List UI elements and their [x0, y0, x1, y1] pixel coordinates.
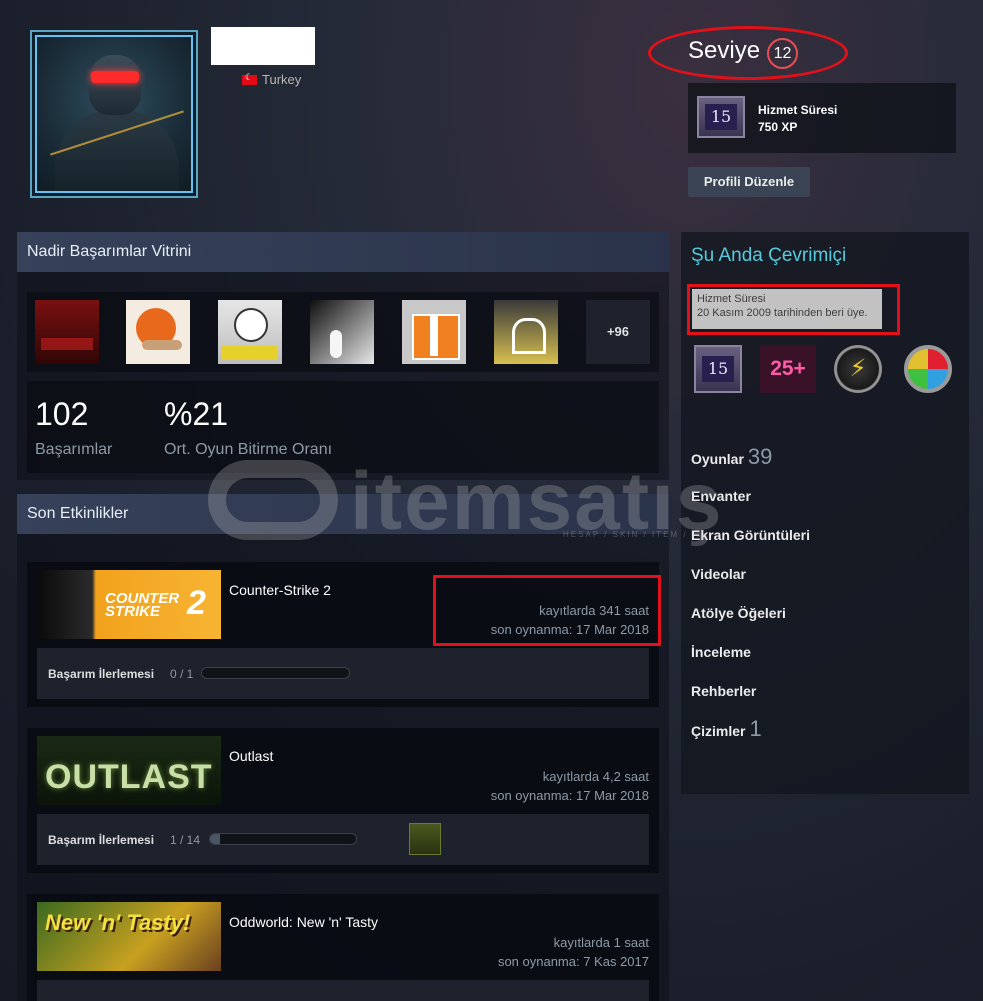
gift-box-icon[interactable]	[402, 300, 466, 364]
more-achievements-button[interactable]: +96	[586, 300, 650, 364]
progress-bar	[209, 833, 357, 845]
achievements-count: 102	[35, 396, 89, 432]
xp-badge-number: 15	[705, 104, 737, 130]
game-name[interactable]: Oddworld: New 'n' Tasty	[229, 914, 378, 930]
avatar-head-shape	[89, 55, 141, 115]
profile-country: Turkey	[242, 72, 301, 87]
cs2-cover-number: 2	[187, 584, 206, 622]
progress-fill	[210, 834, 221, 844]
xp-value: 750 XP	[758, 120, 798, 134]
progress-label: Başarım İlerlemesi	[48, 833, 155, 847]
nav-artwork[interactable]: Çizimler 1	[691, 716, 762, 742]
level-badge[interactable]: 12	[767, 38, 798, 69]
showcase-title: Nadir Başarımlar Vitrini	[27, 243, 192, 260]
turkey-flag-icon	[242, 72, 257, 85]
avatar-body-shape	[55, 109, 179, 191]
25-plus-badge[interactable]: 25+	[760, 345, 816, 393]
outlast-cover-text: OUTLAST	[45, 758, 213, 796]
cs2-cover-word2: STRIKE	[105, 603, 161, 620]
achievement-progress-box[interactable]	[37, 980, 649, 1001]
hook-icon[interactable]	[310, 300, 374, 364]
recent-activity-title: Son Etkinlikler	[27, 505, 129, 522]
pickaxe-icon[interactable]	[494, 300, 558, 364]
progress-label: Başarım İlerlemesi	[48, 667, 155, 681]
game-cover-cs2[interactable]: COUNTER STRIKE 2	[37, 570, 221, 639]
apple-icon[interactable]	[218, 300, 282, 364]
nav-count: 1	[749, 716, 762, 741]
edit-profile-button[interactable]: Profili Düzenle	[688, 167, 810, 197]
achievement-crate-icon[interactable]	[409, 823, 441, 855]
game-hours: kayıtlarda 1 saat	[553, 935, 649, 950]
progress-count: 0 / 1	[170, 667, 194, 681]
avatar[interactable]	[30, 30, 198, 198]
nav-reviews[interactable]: İnceleme	[691, 644, 751, 660]
red-building-icon[interactable]	[35, 300, 99, 364]
nav-workshop[interactable]: Atölye Öğeleri	[691, 605, 786, 621]
highlight-rect-tooltip	[687, 284, 900, 335]
badge-number: 15	[702, 356, 734, 382]
game-cover-oddworld[interactable]: New 'n' Tasty!	[37, 902, 221, 971]
progress-bar	[201, 667, 350, 679]
game-hours: kayıtlarda 4,2 saat	[542, 769, 649, 784]
colorful-medal-badge[interactable]	[904, 345, 952, 393]
nav-videos[interactable]: Videolar	[691, 566, 746, 582]
country-label: Turkey	[262, 72, 302, 87]
game-name[interactable]: Outlast	[229, 748, 273, 764]
achievements-label: Başarımlar	[35, 441, 113, 458]
avatar-image	[35, 35, 193, 193]
completion-rate: %21	[164, 396, 229, 432]
progress-count: 1 / 14	[170, 833, 201, 847]
oddworld-cover-text: New 'n' Tasty!	[45, 910, 191, 935]
level-label: Seviye	[688, 37, 761, 64]
years-of-service-badge[interactable]: 15	[694, 345, 742, 393]
game-cover-outlast[interactable]: OUTLAST	[37, 736, 221, 805]
orange-fox-icon[interactable]	[126, 300, 190, 364]
game-last-played: son oynanma: 17 Mar 2018	[490, 788, 649, 803]
lightning-badge[interactable]: ⚡	[834, 345, 882, 393]
nav-count: 39	[747, 444, 773, 469]
online-status: Şu Anda Çevrimiçi	[691, 245, 847, 266]
xp-badge-title: Hizmet Süresi	[758, 103, 838, 117]
nav-label: Çizimler	[691, 723, 746, 739]
completion-label: Ort. Oyun Bitirme Oranı	[164, 441, 333, 458]
watermark-subtext: HESAP / SKIN / ITEM / ...	[563, 530, 705, 539]
game-last-played: son oynanma: 7 Kas 2017	[497, 954, 649, 969]
game-name[interactable]: Counter-Strike 2	[229, 582, 331, 598]
years-of-service-icon: 15	[697, 96, 745, 138]
watermark-logo	[208, 460, 338, 540]
nav-guides[interactable]: Rehberler	[691, 683, 756, 699]
profile-name-redacted	[211, 27, 315, 65]
highlight-rect-hours	[433, 575, 661, 646]
cs2-cover-text: COUNTER STRIKE	[105, 591, 179, 620]
avatar-visor-shape	[91, 71, 139, 83]
